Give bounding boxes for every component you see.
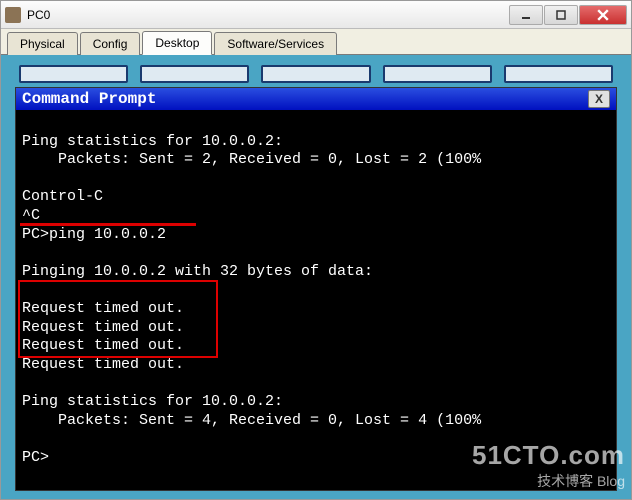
desktop-tile-row [19,65,613,85]
tab-desktop[interactable]: Desktop [142,31,212,55]
minimize-icon [521,10,531,20]
desktop-tile[interactable] [19,65,128,83]
terminal-line: ^C [22,207,40,224]
terminal-line: Request timed out. [22,356,184,373]
terminal-line: Control-C [22,188,103,205]
workspace: Command Prompt X Ping statistics for 10.… [1,55,631,499]
highlight-underline [20,223,196,226]
command-prompt-window: Command Prompt X Ping statistics for 10.… [15,87,617,491]
window-title: PC0 [27,8,508,22]
terminal-line: Packets: Sent = 4, Received = 0, Lost = … [22,412,481,429]
tab-bar: Physical Config Desktop Software/Service… [1,29,631,55]
tab-software[interactable]: Software/Services [214,32,337,55]
command-prompt-close-button[interactable]: X [588,90,610,108]
maximize-icon [556,10,566,20]
desktop-tile[interactable] [140,65,249,83]
terminal-output[interactable]: Ping statistics for 10.0.0.2: Packets: S… [16,110,616,490]
terminal-line: Pinging 10.0.0.2 with 32 bytes of data: [22,263,373,280]
tab-config[interactable]: Config [80,32,141,55]
terminal-line: PC> [22,449,49,466]
app-icon [5,7,21,23]
desktop-tile[interactable] [383,65,492,83]
close-button[interactable] [579,5,627,25]
highlight-box [18,280,218,358]
app-window: PC0 Physical Config Desktop Software/Ser… [0,0,632,500]
titlebar: PC0 [1,1,631,29]
maximize-button[interactable] [544,5,578,25]
terminal-line: PC>ping 10.0.0.2 [22,226,166,243]
command-prompt-titlebar: Command Prompt X [16,88,616,110]
terminal-line: Ping statistics for 10.0.0.2: [22,393,283,410]
close-icon [597,9,609,21]
terminal-line: Ping statistics for 10.0.0.2: [22,133,283,150]
tab-physical[interactable]: Physical [7,32,78,55]
command-prompt-title: Command Prompt [22,90,588,108]
desktop-tile[interactable] [504,65,613,83]
minimize-button[interactable] [509,5,543,25]
desktop-tile[interactable] [261,65,370,83]
terminal-line: Packets: Sent = 2, Received = 0, Lost = … [22,151,490,168]
